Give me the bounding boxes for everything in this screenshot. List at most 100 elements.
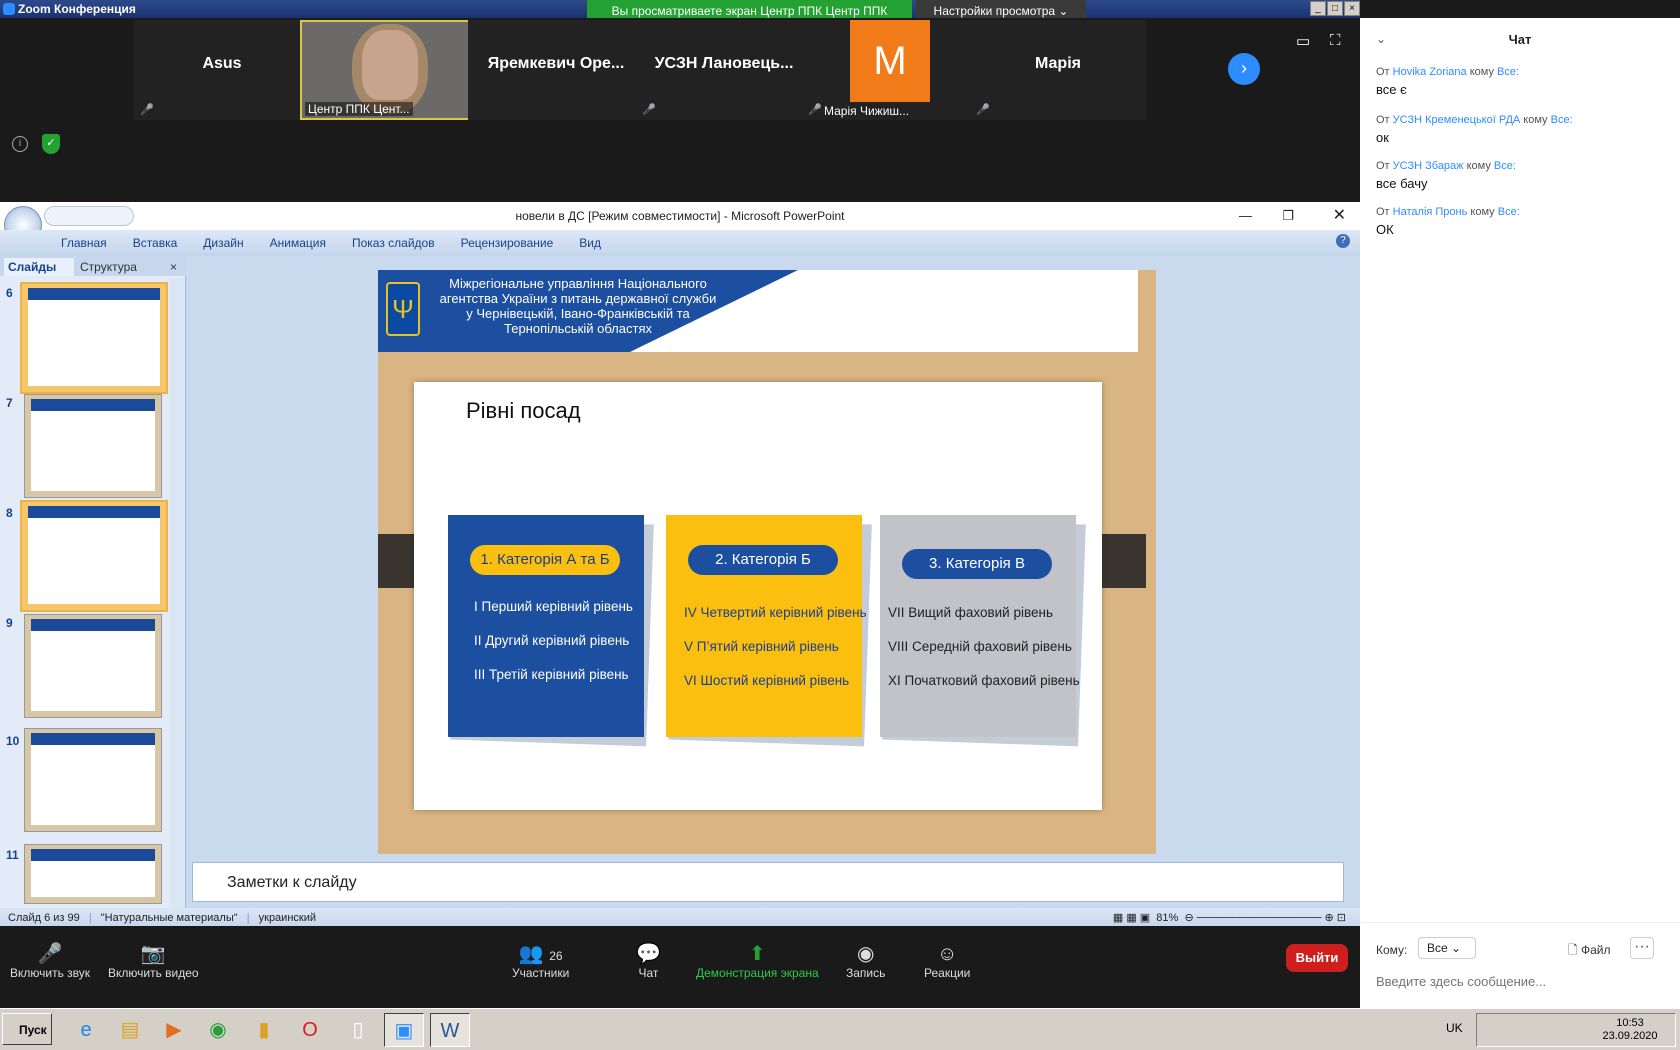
fullscreen-icon[interactable]: ⛶ <box>1330 32 1341 49</box>
ppt-restore-icon[interactable]: ❐ <box>1282 202 1294 230</box>
tab-review[interactable]: Рецензирование <box>448 230 567 256</box>
level-item: ІІ Другий керівний рівень <box>474 633 630 648</box>
document-icon[interactable]: ▯ <box>338 1013 378 1047</box>
slide-thumbnail[interactable] <box>20 282 168 394</box>
thumb-number: 10 <box>6 734 20 748</box>
slide-notes[interactable]: Заметки к слайду <box>192 862 1344 902</box>
start-video-button[interactable]: 📷 Включить видео <box>108 942 199 980</box>
chat-input[interactable] <box>1376 971 1666 991</box>
internet-explorer-icon[interactable]: e <box>66 1013 106 1047</box>
chat-title: Чат <box>1508 32 1532 47</box>
more-icon[interactable]: ··· <box>1630 937 1654 959</box>
zoom-in-icon[interactable]: ⊕ <box>1325 912 1334 924</box>
ppt-minimize-icon[interactable]: — <box>1239 202 1252 230</box>
sender-name[interactable]: УСЗН Збараж <box>1393 160 1464 172</box>
muted-mic-icon: 🎤 <box>37 943 63 965</box>
zoom-slider[interactable]: ──────────────── <box>1197 912 1322 924</box>
slide-thumbnail[interactable] <box>24 844 162 904</box>
participant-tile[interactable]: Asus 🎤 <box>134 20 310 120</box>
tab-design[interactable]: Дизайн <box>190 230 256 256</box>
reactions-button[interactable]: ☺ Реакции <box>924 942 970 980</box>
unmute-button[interactable]: 🎤 Включить звук <box>10 942 90 980</box>
layout-icon[interactable]: ▭ <box>1296 32 1310 50</box>
minimize-button[interactable]: _ <box>1310 1 1326 16</box>
participants-button[interactable]: 👥 26 Участники <box>512 942 569 980</box>
participant-tile[interactable]: УСЗН Лановець... 🎤 <box>636 20 812 120</box>
view-buttons-icon[interactable]: ▦ ▦ ▣ <box>1113 912 1150 924</box>
zoom-taskbar-icon[interactable]: ▣ <box>384 1013 424 1047</box>
tab-slideshow[interactable]: Показ слайдов <box>339 230 448 256</box>
avatar: M <box>850 20 930 102</box>
zoom-control[interactable]: ▦ ▦ ▣ 81% ⊖ ──────────────── ⊕ ⊡ <box>1113 910 1346 926</box>
participant-tile[interactable]: M 🎤 Марія Чижиш... <box>802 20 978 120</box>
participant-tile[interactable]: Яремкевич Оре... <box>468 20 644 120</box>
clock-date: 23.09.2020 <box>1602 1030 1658 1042</box>
leave-button[interactable]: Выйти <box>1286 944 1348 972</box>
record-button[interactable]: ◉ Запись <box>846 942 885 980</box>
tab-insert[interactable]: Вставка <box>120 230 191 256</box>
media-player-icon[interactable]: ▶ <box>154 1013 194 1047</box>
tab-view[interactable]: Вид <box>566 230 614 256</box>
sender-name[interactable]: УСЗН Кременецької РДА <box>1393 114 1521 126</box>
slide-counter: Слайд 6 из 99 <box>8 912 80 924</box>
tab-slides[interactable]: Слайды <box>4 258 74 276</box>
slide-thumbnail[interactable] <box>20 500 168 612</box>
recipient-select[interactable]: Все ⌄ <box>1418 937 1476 959</box>
participants-count: 26 <box>549 949 563 963</box>
tab-outline[interactable]: Структура <box>76 258 156 276</box>
next-page-arrow-icon[interactable]: › <box>1228 53 1260 85</box>
fit-slide-icon[interactable]: ⊡ <box>1337 912 1346 924</box>
slide-thumbnail[interactable] <box>24 728 162 832</box>
zoom-out-icon[interactable]: ⊖ <box>1184 912 1193 924</box>
help-icon[interactable]: ? <box>1336 234 1350 248</box>
file-explorer-icon[interactable]: ▤ <box>110 1013 150 1047</box>
chat-icon: 💬 <box>636 943 661 965</box>
thumb-number: 8 <box>6 506 13 520</box>
tab-animation[interactable]: Анимация <box>257 230 339 256</box>
participant-name: Марія <box>1035 55 1081 72</box>
slides-panel: Слайды Структура × 6 7 8 9 10 11 <box>0 256 186 910</box>
close-button[interactable]: × <box>1344 1 1360 16</box>
share-screen-button[interactable]: ⬆ Демонстрация экрана <box>696 942 819 980</box>
participant-name: УСЗН Лановець... <box>654 55 794 72</box>
sender-name[interactable]: Наталія Пронь <box>1393 206 1468 218</box>
sender-name[interactable]: Hovika Zoriana <box>1393 66 1467 78</box>
level-item: VII Вищий фаховий рівень <box>888 605 1053 620</box>
muted-mic-icon: 🎤 <box>642 104 656 116</box>
clock[interactable]: 10:53 23.09.2020 <box>1590 1017 1670 1043</box>
slide-thumbnail[interactable] <box>24 614 162 718</box>
language-indicator[interactable]: украинский <box>259 912 316 924</box>
tab-home[interactable]: Главная <box>48 230 120 256</box>
muted-mic-icon: 🎤 <box>808 104 822 116</box>
close-icon[interactable]: × <box>170 258 177 276</box>
info-icon[interactable]: i <box>12 136 28 152</box>
reactions-icon: ☺ <box>936 943 958 965</box>
participant-tile[interactable]: Марія 🎤 <box>970 20 1146 120</box>
slide-thumbnail[interactable] <box>24 394 162 498</box>
chat-message: От УСЗН Кременецької РДА кому Все: ок <box>1376 114 1666 145</box>
language-indicator[interactable]: UK <box>1446 1021 1463 1035</box>
view-options-label: Настройки просмотра <box>933 4 1056 18</box>
maximize-button[interactable]: □ <box>1327 1 1343 16</box>
chat-message: От Наталія Пронь кому Все: ОК <box>1376 206 1666 237</box>
ppt-close-icon[interactable]: ✕ <box>1333 202 1346 230</box>
start-button[interactable]: Пуск <box>2 1013 52 1045</box>
muted-mic-icon: 🎤 <box>976 104 990 116</box>
chrome-icon[interactable]: ◉ <box>198 1013 238 1047</box>
app-icon[interactable]: ▮ <box>244 1013 284 1047</box>
clock-time: 10:53 <box>1616 1017 1644 1029</box>
theme-name[interactable]: "Натуральные материалы" <box>101 912 238 924</box>
level-item: VI Шостий керівний рівень <box>684 673 850 688</box>
quick-access-toolbar[interactable] <box>44 206 134 226</box>
opera-icon[interactable]: O <box>290 1013 330 1047</box>
word-taskbar-icon[interactable]: W <box>430 1013 470 1047</box>
participant-tile-active-speaker[interactable]: Центр ППК Цент... <box>300 20 476 120</box>
participant-name: Яремкевич Оре... <box>487 55 625 72</box>
slides-panel-tabs: Слайды Структура × <box>0 256 186 276</box>
slides-scrollbar[interactable] <box>170 278 184 908</box>
file-button[interactable]: 🗋 Файл <box>1568 941 1611 962</box>
shield-icon[interactable]: ✓ <box>42 134 60 154</box>
chat-button[interactable]: 💬 Чат <box>636 942 661 980</box>
ppt-title: новели в ДС [Режим совместимости] - Micr… <box>515 209 845 223</box>
zoom-logo-icon <box>3 3 15 15</box>
